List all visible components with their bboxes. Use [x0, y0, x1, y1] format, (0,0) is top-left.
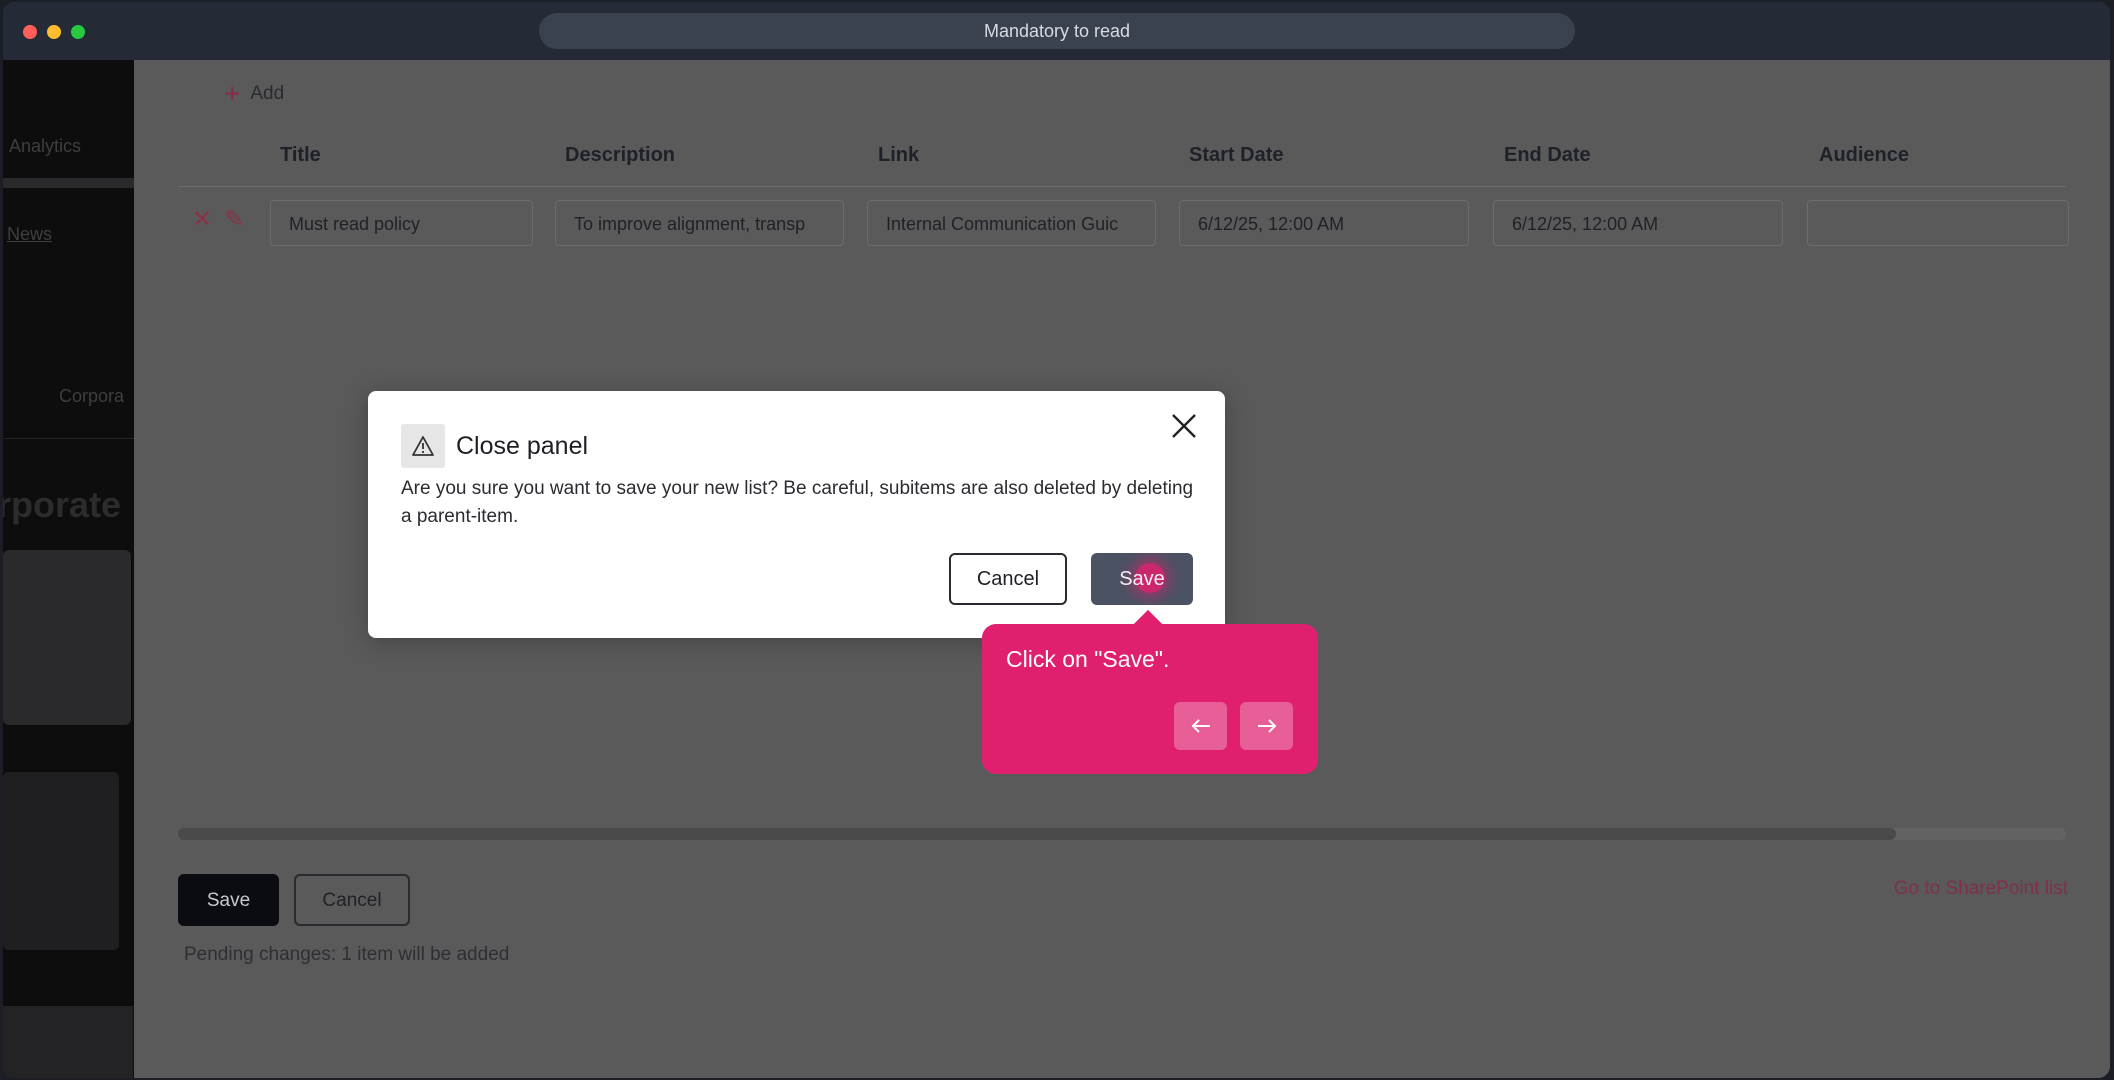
tooltip-next-button[interactable]	[1240, 702, 1293, 750]
column-header-title: Title	[280, 144, 321, 166]
dialog-message: Are you sure you want to save your new l…	[401, 478, 1194, 527]
background-image	[3, 550, 131, 725]
link-field[interactable]: Internal Communication Guic	[867, 200, 1156, 246]
warning-icon	[401, 424, 445, 468]
delete-row-icon[interactable]: ✕	[192, 208, 212, 232]
close-icon[interactable]	[1167, 409, 1201, 443]
description-field[interactable]: To improve alignment, transp	[555, 200, 844, 246]
minimize-window-button[interactable]	[47, 25, 61, 39]
sharepoint-list-link[interactable]: Go to SharePoint list	[1894, 878, 2068, 900]
close-window-button[interactable]	[23, 25, 37, 39]
guide-tooltip: Click on "Save".	[982, 624, 1318, 774]
sidebar-divider-bar	[3, 178, 134, 188]
add-item-button[interactable]: + Add	[224, 80, 284, 108]
tooltip-previous-button[interactable]	[1174, 702, 1227, 750]
cancel-button[interactable]: Cancel	[294, 874, 410, 926]
edit-row-icon[interactable]: ✎	[224, 208, 244, 232]
arrow-left-icon	[1191, 719, 1210, 733]
dialog-save-button[interactable]: Save	[1091, 553, 1193, 605]
row-actions: ✕ ✎	[192, 208, 244, 232]
start-date-field[interactable]: 6/12/25, 12:00 AM	[1179, 200, 1469, 246]
dialog-save-label: Save	[1119, 568, 1165, 590]
column-header-start-date: Start Date	[1189, 144, 1284, 166]
sidebar-news-link: News	[7, 224, 53, 244]
column-header-end-date: End Date	[1504, 144, 1591, 166]
sidebar-corporate-text: Corpora	[59, 386, 125, 406]
close-panel-dialog: Close panel Are you sure you want to sav…	[368, 391, 1225, 638]
window-title: Mandatory to read	[539, 13, 1575, 49]
horizontal-scrollbar[interactable]	[178, 828, 2066, 840]
column-header-audience: Audience	[1819, 144, 1910, 166]
add-item-label: Add	[250, 83, 285, 104]
background-image	[3, 1006, 133, 1078]
dialog-title: Close panel	[456, 432, 589, 460]
title-bar: Mandatory to read	[3, 2, 2110, 60]
arrow-right-icon	[1257, 719, 1276, 733]
header-divider	[178, 186, 2066, 187]
title-field[interactable]: Must read policy	[270, 200, 533, 246]
save-button[interactable]: Save	[178, 874, 279, 926]
column-header-description: Description	[565, 144, 676, 166]
dialog-cancel-button[interactable]: Cancel	[949, 553, 1067, 605]
pending-changes-text: Pending changes: 1 item will be added	[184, 944, 510, 965]
background-sidebar: Analytics News Corpora rporate	[3, 60, 134, 1078]
plus-icon: +	[224, 78, 241, 109]
audience-field[interactable]	[1807, 200, 2069, 246]
sidebar-heading: rporate	[3, 484, 122, 525]
tooltip-text: Click on "Save".	[1006, 646, 1170, 672]
column-header-link: Link	[878, 144, 920, 166]
sidebar-analytics-text: Analytics	[9, 136, 82, 156]
sidebar-divider	[3, 438, 134, 439]
app-window: Mandatory to read Analytics News Corpora…	[3, 2, 2110, 1078]
background-image	[3, 772, 119, 950]
end-date-field[interactable]: 6/12/25, 12:00 AM	[1493, 200, 1783, 246]
scrollbar-thumb[interactable]	[178, 828, 1897, 840]
maximize-window-button[interactable]	[71, 25, 85, 39]
